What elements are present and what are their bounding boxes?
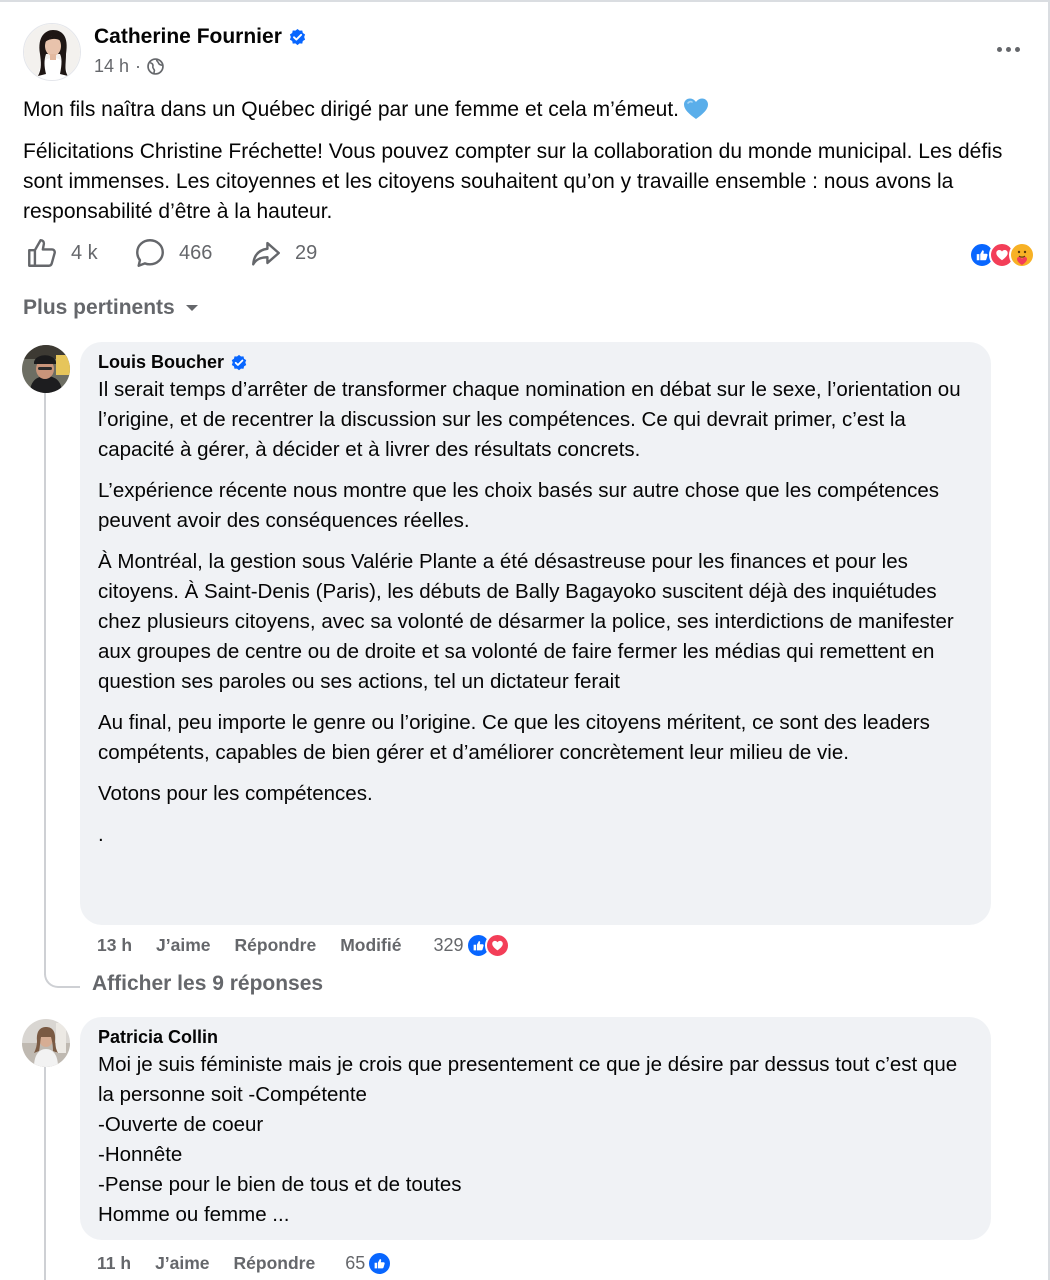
- comment-line: -Honnête: [98, 1143, 183, 1166]
- comment-line: -Ouverte de coeur: [98, 1113, 264, 1136]
- post-action-bar: 4 k 466 29: [25, 236, 1035, 276]
- window-top-border: [0, 0, 1050, 4]
- comment-count: 466: [179, 241, 213, 264]
- comment-paragraph: L’expérience récente nous montre que les…: [98, 479, 940, 532]
- comment-line: Moi je suis féministe mais je crois que …: [98, 1053, 958, 1106]
- comment-edited-label: Modifié: [340, 935, 402, 955]
- share-icon: [252, 241, 280, 266]
- comment-icon: [136, 239, 164, 267]
- comment-actions: 13 h J’aime Répondre Modifié 329: [97, 933, 510, 958]
- post-reactions-summary[interactable]: [969, 242, 1035, 268]
- comment-paragraph: À Montréal, la gestion sous Valérie Plan…: [98, 550, 954, 693]
- comment-like-button[interactable]: J’aime: [156, 935, 210, 956]
- comment-reaction-count: 65: [345, 1253, 366, 1273]
- post-author-label[interactable]: Catherine Fournier: [94, 25, 282, 49]
- show-replies-link[interactable]: Afficher les 9 réponses: [92, 972, 323, 996]
- comment-paragraph: Il serait temps d’arrêter de transformer…: [98, 378, 961, 461]
- post-header: Catherine Fournier 14 h ·: [23, 19, 1033, 83]
- comment-reactions[interactable]: 329: [433, 933, 510, 958]
- blue-heart-icon: [684, 98, 709, 119]
- comment-author-name[interactable]: Louis Boucher: [98, 352, 224, 373]
- post-meta: 14 h ·: [94, 56, 164, 77]
- comment-paragraph: .: [98, 823, 104, 846]
- comment-time[interactable]: 11 h: [97, 1253, 131, 1274]
- commenter-avatar[interactable]: [22, 345, 70, 393]
- care-reaction-icon: [1009, 242, 1035, 268]
- comment-reply-button[interactable]: Répondre: [235, 935, 317, 956]
- comment-bubble: Patricia Collin Moi je suis féministe ma…: [80, 1017, 991, 1240]
- comment-like-button[interactable]: J’aime: [155, 1253, 209, 1274]
- like-button[interactable]: 4 k: [25, 236, 98, 270]
- comment-author[interactable]: Louis Boucher: [98, 352, 973, 373]
- caret-down-icon: [185, 305, 198, 311]
- comment-author[interactable]: Patricia Collin: [98, 1027, 973, 1048]
- like-icon: [28, 239, 56, 267]
- thread-connector: [44, 960, 80, 988]
- comment-reply-button[interactable]: Répondre: [234, 1253, 316, 1274]
- post-paragraph: Félicitations Christine Fréchette! Vous …: [23, 140, 1003, 223]
- comment-actions: 11 h J’aime Répondre 65: [97, 1251, 393, 1276]
- share-count: 29: [295, 241, 318, 264]
- author-avatar[interactable]: [23, 23, 81, 81]
- thread-line: [44, 393, 46, 975]
- post-time[interactable]: 14 h: [94, 56, 129, 77]
- more-icon[interactable]: [993, 39, 1023, 59]
- share-button[interactable]: 29: [249, 236, 317, 270]
- sort-label: Plus pertinents: [23, 296, 175, 319]
- comment-line: Homme ou femme ...: [98, 1203, 290, 1226]
- comment-reaction-count: 329: [433, 935, 464, 955]
- comment-button[interactable]: 466: [133, 236, 212, 270]
- commenter-avatar[interactable]: [22, 1019, 70, 1067]
- like-reaction-icon: [367, 1251, 393, 1276]
- verified-badge-icon: [231, 354, 247, 370]
- thread-line: [44, 1067, 46, 1280]
- comment-paragraph: Au final, peu importe le genre ou l’orig…: [98, 711, 930, 764]
- post-author-name[interactable]: Catherine Fournier: [94, 25, 307, 49]
- comment-line: -Pense pour le bien de tous et de toutes: [98, 1173, 462, 1196]
- like-count: 4 k: [71, 241, 98, 264]
- comment-author-name[interactable]: Patricia Collin: [98, 1027, 218, 1048]
- comment-paragraph: Votons pour les compétences.: [98, 782, 373, 805]
- comment-text: Moi je suis féministe mais je crois que …: [98, 1050, 973, 1230]
- meta-separator: ·: [135, 56, 142, 76]
- comment-bubble: Louis Boucher Il serait temps d’arrêter …: [80, 342, 991, 925]
- verified-badge-icon: [289, 28, 305, 45]
- post-paragraph: Mon fils naîtra dans un Québec dirigé pa…: [23, 95, 1023, 125]
- globe-icon: [147, 58, 164, 75]
- comment-text: Il serait temps d’arrêter de transformer…: [98, 375, 973, 850]
- post-text: Mon fils naîtra dans un Québec dirigé pa…: [23, 95, 1023, 239]
- comment-reactions[interactable]: 65: [345, 1251, 393, 1276]
- comment-time[interactable]: 13 h: [97, 935, 132, 956]
- comment-sort-dropdown[interactable]: Plus pertinents: [23, 296, 199, 320]
- love-reaction-icon: [484, 933, 510, 958]
